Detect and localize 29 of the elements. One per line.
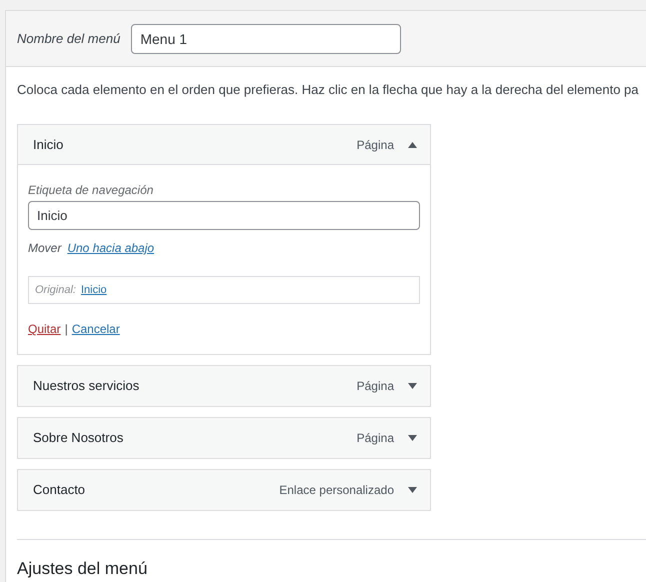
item-type-label: Página — [356, 378, 394, 395]
original-link[interactable]: Inicio — [80, 282, 107, 298]
item-type-label: Página — [356, 430, 394, 447]
original-label: Original: — [35, 282, 76, 298]
cancel-link[interactable]: Cancelar — [72, 320, 120, 338]
remove-link[interactable]: Quitar — [28, 320, 61, 338]
menu-item-header[interactable]: Sobre Nosotros Página — [18, 418, 430, 458]
move-label: Mover — [28, 240, 62, 257]
move-down-link[interactable]: Uno hacia abajo — [67, 239, 154, 257]
menu-item-header[interactable]: Inicio Página — [18, 125, 430, 165]
menu-item-title: Sobre Nosotros — [33, 429, 124, 448]
navigation-label-field[interactable]: Inicio — [28, 201, 420, 230]
collapse-arrow-icon[interactable] — [408, 142, 417, 148]
instructions-text: Coloca cada elemento en el orden que prefieras. Haz clic en la flecha que hay a la derecha del elemento pa — [17, 81, 640, 99]
menu-item-title: Contacto — [33, 481, 86, 500]
expand-arrow-icon[interactable] — [408, 435, 417, 441]
settings-heading: Ajustes del menú — [17, 558, 148, 580]
menu-name-field[interactable]: Menu 1 — [131, 24, 402, 54]
menu-name-label: Nombre del menú — [17, 30, 120, 48]
item-type-label: Página — [356, 136, 394, 154]
item-type-label: Enlace personalizado — [279, 482, 394, 499]
menu-item-header[interactable]: Contacto Enlace personalizado — [18, 470, 430, 510]
separator-text: | — [64, 321, 68, 338]
expand-arrow-icon[interactable] — [408, 487, 417, 493]
menu-item-header[interactable]: Nuestros servicios Página — [18, 366, 430, 406]
menu-item-title: Nuestros servicios — [33, 377, 140, 396]
expand-arrow-icon[interactable] — [408, 383, 417, 389]
field-label: Etiqueta de navegación — [28, 182, 154, 199]
menu-item-title: Inicio — [33, 136, 64, 154]
